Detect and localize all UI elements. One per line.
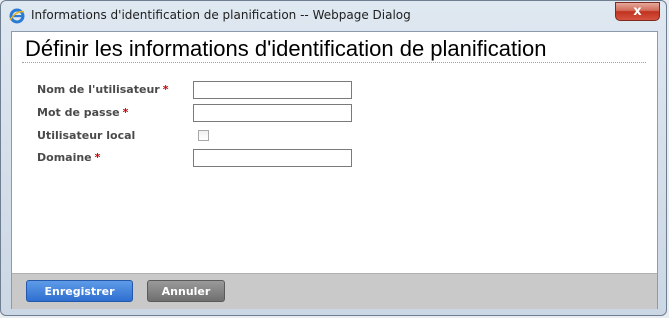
dialog-content: Définir les informations d'identificatio…	[11, 31, 658, 309]
required-marker: *	[122, 106, 129, 119]
page-title: Définir les informations d'identificatio…	[25, 36, 547, 61]
cancel-button[interactable]: Annuler	[147, 280, 225, 302]
password-input[interactable]	[193, 104, 352, 122]
dialog-window: Informations d'identification de planifi…	[0, 0, 667, 316]
save-button[interactable]: Enregistrer	[26, 280, 133, 302]
local-user-label: Utilisateur local	[37, 129, 136, 142]
username-label: Nom de l'utilisateur *	[37, 83, 169, 96]
local-user-checkbox[interactable]	[198, 130, 209, 141]
close-button[interactable]: x	[615, 2, 660, 21]
required-marker: *	[162, 83, 169, 96]
title-bar: Informations d'identification de planifi…	[1, 1, 666, 31]
window-title: Informations d'identification de planifi…	[31, 8, 411, 22]
domain-label: Domaine *	[37, 151, 101, 164]
password-label: Mot de passe *	[37, 106, 129, 119]
required-marker: *	[94, 151, 101, 164]
domain-input[interactable]	[193, 149, 352, 167]
button-bar: Enregistrer Annuler	[12, 273, 657, 309]
username-input[interactable]	[193, 81, 352, 99]
heading-divider	[22, 62, 646, 63]
internet-explorer-icon	[9, 8, 25, 24]
close-icon: x	[633, 4, 642, 19]
